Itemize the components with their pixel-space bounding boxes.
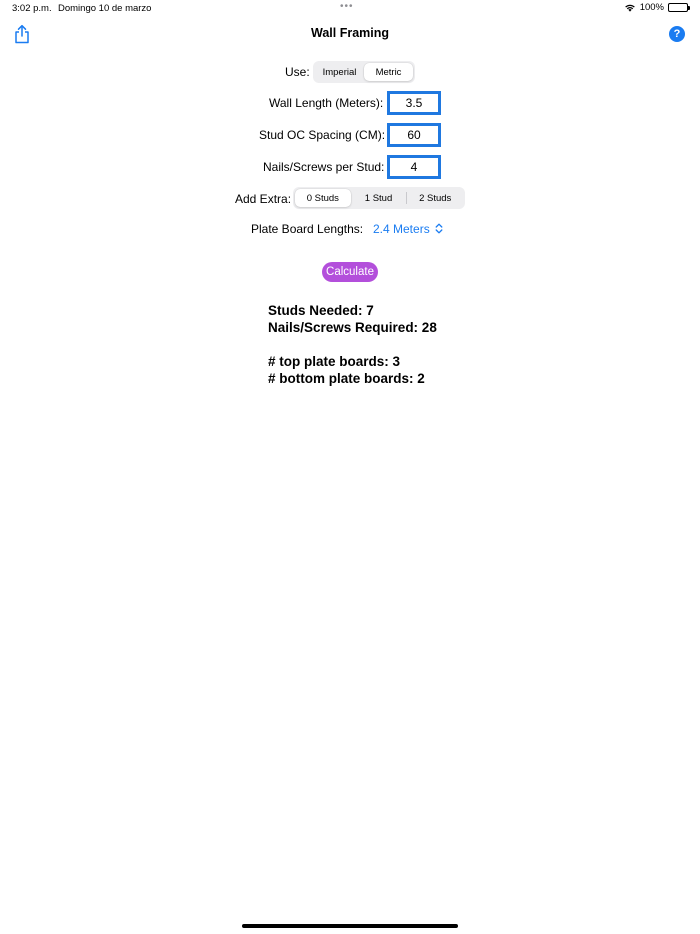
app-screen: 3:02 p.m. Domingo 10 de marzo ••• 100% W… [0, 0, 700, 934]
stud-spacing-field[interactable]: 60 [387, 123, 441, 147]
status-right: 100% [624, 2, 690, 13]
bottom-plate-result: # bottom plate boards: 2 [268, 371, 425, 386]
stud-spacing-label: Stud OC Spacing (CM): [259, 128, 386, 142]
extra-option-1-stud[interactable]: 1 Stud [351, 189, 407, 207]
battery-percent: 100% [639, 2, 664, 13]
home-indicator[interactable] [242, 924, 458, 928]
nails-per-stud-label: Nails/Screws per Stud: [263, 160, 385, 174]
wall-length-field[interactable]: 3.5 [387, 91, 441, 115]
status-time: 3:02 p.m. [12, 3, 52, 14]
extra-option-0-studs[interactable]: 0 Studs [295, 189, 351, 207]
wifi-icon [624, 4, 635, 12]
plate-board-picker[interactable]: 2.4 Meters [373, 222, 443, 236]
wall-length-label: Wall Length (Meters): [269, 96, 384, 110]
calculate-button[interactable]: Calculate [322, 262, 378, 282]
help-button[interactable]: ? [669, 26, 685, 42]
units-segmented-control: Imperial Metric [313, 61, 415, 83]
top-plate-result: # top plate boards: 3 [268, 354, 401, 369]
units-label: Use: [285, 65, 310, 79]
nails-required-result: Nails/Screws Required: 28 [268, 320, 437, 335]
chevron-up-down-icon [435, 223, 443, 234]
page-title: Wall Framing [310, 26, 389, 40]
plate-board-value: 2.4 Meters [373, 222, 430, 236]
status-date: Domingo 10 de marzo [58, 3, 152, 14]
plate-board-label: Plate Board Lengths: [251, 222, 364, 236]
nails-per-stud-field[interactable]: 4 [387, 155, 441, 179]
status-bar: 3:02 p.m. Domingo 10 de marzo ••• 100% [0, 0, 700, 18]
add-extra-label: Add Extra: [235, 192, 292, 206]
battery-icon [668, 3, 690, 12]
multitask-dots[interactable]: ••• [340, 1, 354, 12]
add-extra-segmented-control: 0 Studs 1 Stud 2 Studs [293, 187, 465, 209]
studs-needed-result: Studs Needed: 7 [268, 303, 374, 318]
units-option-metric[interactable]: Metric [364, 63, 413, 81]
extra-option-2-studs[interactable]: 2 Studs [407, 189, 463, 207]
units-option-imperial[interactable]: Imperial [315, 63, 364, 81]
